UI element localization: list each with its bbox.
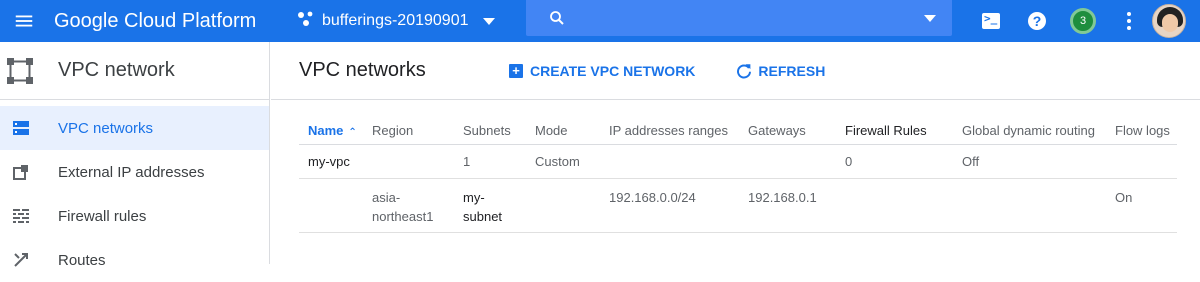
column-header-flow-logs[interactable]: Flow logs [1115,118,1177,145]
notifications-button[interactable]: 3 [1060,0,1106,42]
project-selector[interactable]: bufferings-20190901 [296,0,495,42]
column-header-mode[interactable]: Mode [535,118,609,145]
gateways-cell: 192.168.0.1 [748,178,845,233]
network-name-cell [299,178,372,233]
top-app-bar: Google Cloud Platform bufferings-2019090… [0,0,1200,42]
sidebar-header: VPC network [0,42,269,100]
top-icons: ? 3 [968,0,1200,42]
project-name: bufferings-20190901 [322,12,469,29]
main-header: VPC networks + CREATE VPC NETWORK REFRES… [271,42,1200,100]
table-header-row: Name ⌃ Region Subnets Mode IP addresses r… [299,118,1177,145]
global-routing-cell: Off [962,144,1115,179]
vpc-networks-table: Name ⌃ Region Subnets Mode IP addresses r… [299,118,1177,233]
gateways-cell [748,144,845,179]
avatar[interactable] [1152,4,1186,38]
region-cell: asia-northeast1 [372,178,463,233]
project-dots-icon [296,9,316,34]
flow-logs-cell [1115,144,1177,179]
create-vpc-network-button[interactable]: + CREATE VPC NETWORK [509,63,695,79]
sidebar-item-label: Firewall rules [58,207,147,225]
network-name-cell[interactable]: my-vpc [299,144,372,179]
sidebar-item-vpc-networks[interactable]: VPC networks [0,106,269,150]
main-content: VPC networks + CREATE VPC NETWORK REFRES… [271,42,1200,264]
ip-ranges-cell [609,144,748,179]
menu-icon[interactable] [0,0,48,42]
table-row: asia-northeast1 my-subnet 192.168.0.0/24… [299,178,1177,233]
routes-icon [12,251,30,269]
sidebar-item-external-ip[interactable]: External IP addresses [0,150,269,194]
external-ip-icon [12,163,30,181]
column-header-subnets[interactable]: Subnets [463,118,535,145]
subnets-cell: 1 [463,144,535,179]
firewall-rules-cell: 0 [845,144,962,179]
search-icon [550,11,564,25]
refresh-icon [737,63,752,78]
search-input[interactable] [576,9,924,27]
help-icon: ? [1028,12,1046,30]
sidebar-item-label: External IP addresses [58,163,205,181]
refresh-button[interactable]: REFRESH [735,62,825,80]
chevron-down-icon [482,17,495,25]
sidebar-item-routes[interactable]: Routes [0,238,269,282]
column-header-region[interactable]: Region [372,118,463,145]
region-cell [372,144,463,179]
brand-title[interactable]: Google Cloud Platform [54,10,282,33]
cloud-shell-icon [982,12,1000,29]
table-row[interactable]: my-vpc 1 Custom 0 Off [299,144,1177,179]
search-bar[interactable] [526,0,952,36]
mode-cell [535,178,609,233]
create-vpc-network-label: CREATE VPC NETWORK [530,62,696,79]
column-header-gateways[interactable]: Gateways [748,118,845,145]
cloud-shell-button[interactable] [968,0,1014,42]
column-header-firewall-rules[interactable]: Firewall Rules [845,118,962,145]
mode-cell: Custom [535,144,609,179]
subnet-name-cell[interactable]: my-subnet [463,178,535,233]
flow-logs-cell: On [1115,178,1177,233]
vpc-network-logo-icon [7,57,33,84]
help-button[interactable]: ? [1014,0,1060,42]
column-header-name[interactable]: Name ⌃ [299,118,372,145]
sidebar-item-label: Routes [58,251,106,269]
more-vert-button[interactable] [1106,0,1152,42]
search-dropdown-icon[interactable] [924,14,936,22]
sort-ascending-icon: ⌃ [348,127,357,139]
refresh-label: REFRESH [758,62,826,79]
sidebar-item-label: VPC networks [58,119,154,137]
page-title: VPC networks [299,59,426,81]
vpc-networks-icon [12,119,30,137]
ip-ranges-cell: 192.168.0.0/24 [609,178,748,233]
column-header-ip-ranges[interactable]: IP addresses ranges [609,118,748,145]
sidebar: VPC network VPC networks External IP add… [0,42,270,269]
notifications-icon: 3 [1070,8,1096,34]
add-box-icon: + [509,63,523,78]
more-vert-icon [1127,12,1131,30]
sidebar-item-firewall-rules[interactable]: Firewall rules [0,194,269,238]
sidebar-nav: VPC networks External IP addresses Firew… [0,106,269,282]
column-header-global-routing[interactable]: Global dynamic routing [962,118,1115,145]
firewall-icon [12,207,30,225]
firewall-rules-cell [845,178,962,233]
sidebar-title: VPC network [58,59,175,81]
global-routing-cell [962,178,1115,233]
